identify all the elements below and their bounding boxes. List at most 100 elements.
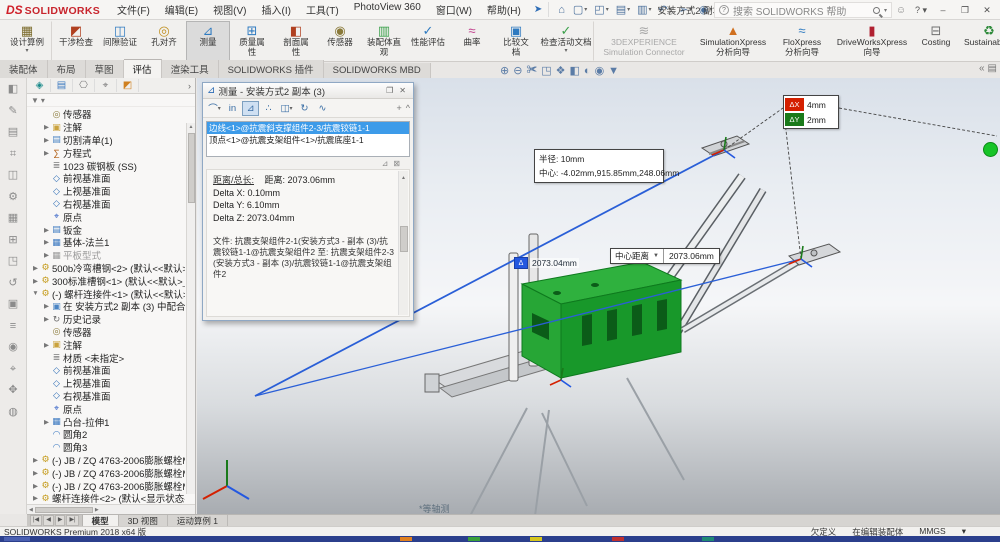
scrollbar-thumb[interactable]: [400, 226, 408, 252]
view-tool-icon[interactable]: ❖: [556, 64, 566, 77]
confirmation-corner-icon[interactable]: [983, 142, 998, 157]
search-scope-caret[interactable]: ▾: [884, 7, 887, 14]
expand-arrow-icon[interactable]: ▶: [42, 251, 51, 259]
left-toolbar-icon[interactable]: ◍: [8, 407, 18, 418]
left-toolbar-icon[interactable]: ✎: [8, 106, 17, 117]
tree-item[interactable]: ▶ ▣ 在 安装方式2 副本 (3) 中配合: [29, 300, 185, 313]
document-view-tab[interactable]: 运动算例 1: [168, 515, 228, 526]
tree-item[interactable]: ⌖ 原点: [29, 210, 185, 223]
taskbar-app-icon[interactable]: [4, 537, 30, 541]
left-toolbar-icon[interactable]: ⊞: [8, 235, 17, 246]
view-tool-icon[interactable]: ◧: [570, 64, 580, 77]
taskbar-app-icon[interactable]: [530, 537, 542, 541]
tree-item[interactable]: ▶ ▣ 注解: [29, 121, 185, 134]
command-tab[interactable]: 评估: [124, 59, 162, 78]
tree-item[interactable]: ◇ 上视基准面: [29, 185, 185, 198]
left-toolbar-icon[interactable]: ⚙: [8, 192, 18, 203]
tree-item[interactable]: ▶ ∑ 方程式: [29, 146, 185, 159]
tree-item[interactable]: ▶ ⚙ (-) JB / ZQ 4763-2006膨胀螺栓M12: [29, 454, 185, 467]
left-toolbar-icon[interactable]: ≡: [10, 321, 16, 332]
ribbon-button[interactable]: ▣ 比较文 档: [494, 21, 538, 61]
document-view-tab[interactable]: 模型: [83, 515, 119, 526]
ribbon-button[interactable]: ≈ 曲率: [450, 21, 494, 61]
scrollbar-thumb[interactable]: [188, 133, 195, 203]
windows-taskbar[interactable]: [0, 536, 1000, 542]
panel-tab-icon[interactable]: ▤: [51, 79, 73, 92]
tree-item[interactable]: ≣ 1023 碳钢板 (SS): [29, 159, 185, 172]
tree-item[interactable]: ▶ ▤ 切割清单(1): [29, 134, 185, 147]
taskbar-app-icon[interactable]: [612, 537, 624, 541]
view-tool-icon[interactable]: ✀: [526, 64, 537, 77]
ribbon-button[interactable]: ≈ FloXpress 分析向导: [774, 21, 830, 61]
menu-item[interactable]: 文件(F): [110, 0, 157, 19]
left-toolbar-icon[interactable]: ▦: [8, 213, 18, 224]
menu-item[interactable]: 视图(V): [206, 0, 253, 19]
measure-tool-button[interactable]: ↻: [296, 101, 313, 116]
left-toolbar-icon[interactable]: ▣: [8, 299, 18, 310]
close-button[interactable]: ✕: [976, 2, 998, 19]
taskbar-app-icon[interactable]: [468, 537, 480, 541]
model-green-enclosure[interactable]: [522, 262, 681, 378]
ribbon-button[interactable]: ▮ DriveWorksXpress 向导: [830, 21, 914, 61]
view-tool-icon[interactable]: ⊖: [513, 64, 522, 77]
result-distance-link[interactable]: 距离/总长:: [213, 175, 254, 185]
tree-item[interactable]: ▶ ▦ 平板型式: [29, 249, 185, 262]
ribbon-button[interactable]: ▦ 设计算例 ▾: [2, 21, 52, 61]
tree-vertical-scrollbar[interactable]: ▲: [186, 123, 195, 494]
expand-arrow-icon[interactable]: ▶: [42, 226, 51, 234]
expand-arrow-icon[interactable]: ▶: [31, 277, 40, 285]
tree-item[interactable]: ◎ 传感器: [29, 108, 185, 121]
menu-item[interactable]: PhotoView 360: [347, 0, 428, 19]
panel-tab-icon[interactable]: ⎔: [73, 79, 95, 92]
scrollbar-thumb[interactable]: [35, 507, 93, 513]
tree-item[interactable]: ◠ 圆角3: [29, 441, 185, 454]
scroll-left-icon[interactable]: ◀: [29, 507, 33, 513]
ribbon-button[interactable]: ▥ 装配体直 观: [362, 21, 406, 61]
measure-tool-button[interactable]: ⊿: [242, 101, 259, 116]
measurement-option-icon[interactable]: ⊠: [393, 159, 400, 168]
tree-item[interactable]: ▼ ⚙ (-) 螺杆连接件<1> (默认<<默认> 显: [29, 287, 185, 300]
left-toolbar-icon[interactable]: ◫: [8, 170, 18, 181]
ribbon-button[interactable]: ⊞ 质量属 性: [230, 21, 274, 61]
view-tool-icon[interactable]: ▼: [608, 65, 619, 77]
measurement-option-icon[interactable]: ⊿: [382, 159, 389, 168]
tree-item[interactable]: ▶ ⚙ 500b冷弯槽钢<2> (默认<<默认>_显示: [29, 262, 185, 275]
left-toolbar-icon[interactable]: ◳: [8, 256, 18, 267]
expand-arrow-icon[interactable]: ▶: [42, 123, 51, 131]
dialog-restore-button[interactable]: ❐: [383, 86, 396, 95]
tree-item[interactable]: ▶ ▦ 基体-法兰1: [29, 236, 185, 249]
model-right-bracket[interactable]: [789, 244, 840, 265]
dialog-close-button[interactable]: ✕: [396, 86, 409, 95]
left-toolbar-icon[interactable]: ⌗: [10, 149, 16, 160]
tree-filter[interactable]: ▼ ▾: [27, 94, 195, 107]
expand-arrow-icon[interactable]: ▶: [31, 456, 40, 464]
tree-item[interactable]: ◇ 右视基准面: [29, 198, 185, 211]
measure-tool-button[interactable]: ∿: [314, 101, 331, 116]
ribbon-button[interactable]: ◩ 干涉检查: [54, 21, 98, 61]
command-tab[interactable]: SOLIDWORKS 插件: [219, 60, 324, 78]
panel-tab-icon[interactable]: ⌖: [95, 79, 117, 92]
expand-arrow-icon[interactable]: ▶: [31, 264, 40, 272]
ribbon-button[interactable]: ≋ 3DEXPERIENCE Simulation Connector: [596, 21, 692, 61]
tab-scroll-button[interactable]: ▶|: [66, 515, 78, 526]
tree-item[interactable]: ▶ ▣ 注解: [29, 338, 185, 351]
tree-item[interactable]: ▶ ⚙ (-) JB / ZQ 4763-2006膨胀螺栓M12: [29, 479, 185, 492]
search-input[interactable]: ? 搜索 SOLIDWORKS 帮助 ▾: [714, 2, 892, 18]
scroll-up-icon[interactable]: ▲: [401, 171, 406, 186]
graphics-viewport[interactable]: ⊿ 测量 - 安装方式2 副本 (3) ❐ ✕ ⌒ ▾ in: [197, 78, 1000, 514]
panel-tab-icon[interactable]: ◈: [29, 79, 51, 92]
view-tool-icon[interactable]: ⊕: [500, 64, 509, 77]
tree-item[interactable]: ▶ ⚙ 300标准槽钢<1> (默认<<默认>_显示: [29, 274, 185, 287]
tree-item[interactable]: ⌖ 原点: [29, 402, 185, 415]
ribbon-button[interactable]: ▲ SimulationXpress 分析向导: [692, 21, 774, 61]
tree-item[interactable]: ◎ 传感器: [29, 326, 185, 339]
task-pane-toggle-icon[interactable]: ▤: [988, 63, 997, 74]
left-toolbar-icon[interactable]: ▤: [8, 127, 18, 138]
tree-item[interactable]: ◇ 右视基准面: [29, 390, 185, 403]
tree-item[interactable]: ▶ ⚙ 螺杆连接件<2> (默认<显示状态-1>): [29, 492, 185, 504]
view-tool-icon[interactable]: ◳: [541, 64, 551, 77]
command-tab[interactable]: 布局: [48, 60, 86, 78]
ribbon-button[interactable]: ◧ 剖面属 性: [274, 21, 318, 61]
expand-arrow-icon[interactable]: ▶: [42, 302, 51, 310]
menu-item[interactable]: 帮助(H): [480, 0, 528, 19]
